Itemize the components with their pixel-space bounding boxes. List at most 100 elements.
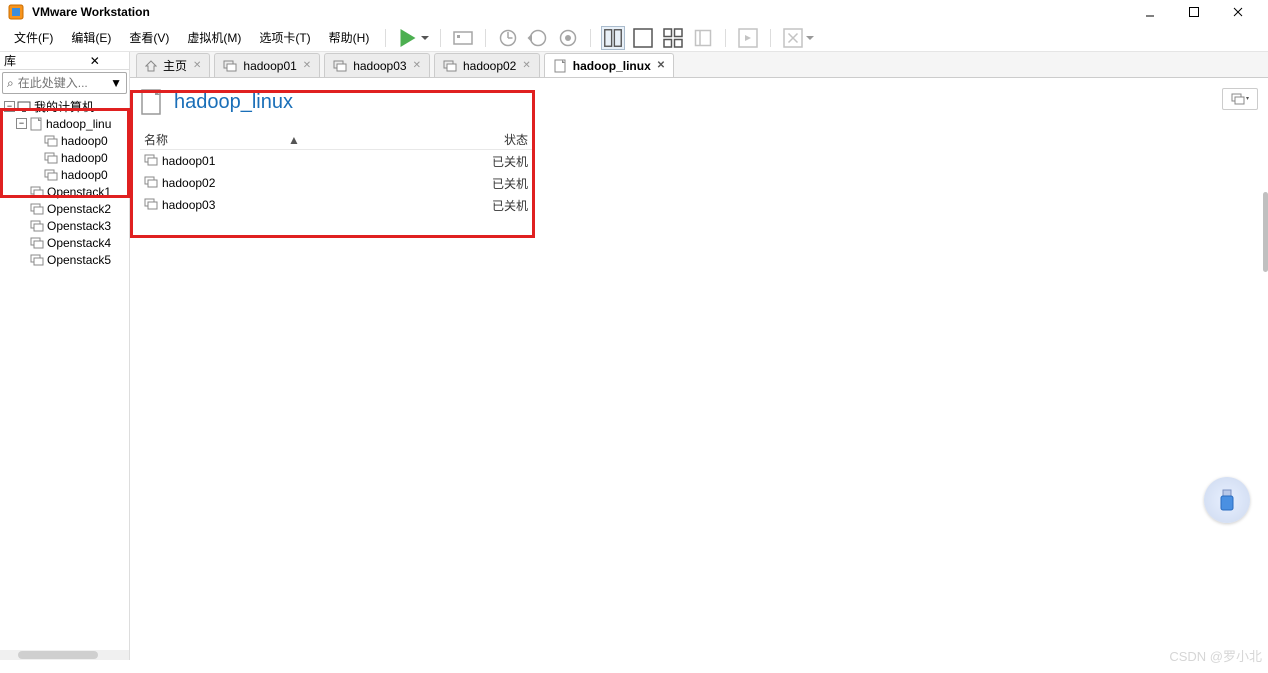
menu-file[interactable]: 文件(F) — [8, 27, 59, 48]
table-row[interactable]: hadoop03 已关机 — [140, 194, 532, 216]
tree-folder[interactable]: − hadoop_linu — [0, 115, 129, 132]
tab-vm[interactable]: hadoop01 ✕ — [214, 53, 320, 77]
folder-title: hadoop_linux — [174, 91, 293, 114]
tree-vm[interactable]: Openstack3 — [0, 217, 129, 234]
tree-vm[interactable]: Openstack4 — [0, 234, 129, 251]
vm-icon — [30, 237, 44, 249]
vm-icon — [144, 154, 158, 169]
app-title: VMware Workstation — [32, 5, 150, 19]
menu-view[interactable]: 查看(V) — [123, 27, 175, 48]
tree-vm[interactable]: Openstack5 — [0, 251, 129, 268]
snapshot-manager-button[interactable] — [556, 26, 580, 50]
vm-icon — [44, 169, 58, 181]
menu-tabs[interactable]: 选项卡(T) — [253, 27, 316, 48]
vm-name: hadoop03 — [162, 198, 215, 212]
maximize-button[interactable] — [1172, 0, 1216, 24]
tab-close-button[interactable]: ✕ — [303, 60, 311, 71]
sidebar-scrollbar[interactable] — [0, 650, 129, 660]
vm-table: 名称 ▲ 状态 hadoop01 已关机 hadoop02 已关机 hadoop0… — [140, 130, 532, 216]
watermark: CSDN @罗小北 — [1169, 646, 1262, 665]
vm-icon — [30, 220, 44, 232]
vm-status: 已关机 — [472, 153, 532, 170]
snapshot-button[interactable] — [496, 26, 520, 50]
table-row[interactable]: hadoop02 已关机 — [140, 172, 532, 194]
app-icon — [8, 4, 24, 20]
close-button[interactable] — [1216, 0, 1260, 24]
vm-icon — [443, 60, 457, 72]
tree-root[interactable]: − 我的计算机 — [0, 98, 129, 115]
tab-label: hadoop02 — [463, 59, 516, 73]
menu-vm[interactable]: 虚拟机(M) — [181, 27, 247, 48]
vm-icon — [44, 135, 58, 147]
folder-large-icon — [140, 88, 164, 116]
library-header: 库 ✕ — [0, 52, 129, 70]
title-bar: VMware Workstation — [0, 0, 1268, 24]
stretch-dropdown[interactable] — [805, 34, 815, 42]
view-mode-button[interactable] — [1222, 88, 1258, 110]
tree-vm[interactable]: Openstack2 — [0, 200, 129, 217]
vm-status: 已关机 — [472, 197, 532, 214]
tab-vm[interactable]: hadoop03 ✕ — [324, 53, 430, 77]
tree-vm[interactable]: hadoop0 — [0, 166, 129, 183]
minimize-button[interactable] — [1128, 0, 1172, 24]
tab-close-button[interactable]: ✕ — [657, 60, 665, 71]
home-icon — [145, 60, 157, 72]
main-area: 主页 ✕ hadoop01 ✕ hadoop03 ✕ hadoop02 ✕ ha… — [130, 52, 1268, 660]
tree-vm[interactable]: Openstack1 — [0, 183, 129, 200]
unity-button[interactable] — [691, 26, 715, 50]
tab-label: hadoop_linux — [573, 59, 651, 73]
library-close-button[interactable]: ✕ — [65, 55, 126, 67]
tab-home[interactable]: 主页 ✕ — [136, 53, 210, 77]
tree-vm[interactable]: hadoop0 — [0, 149, 129, 166]
menu-bar: 文件(F) 编辑(E) 查看(V) 虚拟机(M) 选项卡(T) 帮助(H) — [0, 24, 1268, 52]
fullscreen-button[interactable] — [736, 26, 760, 50]
send-ctrl-alt-del-button[interactable] — [451, 26, 475, 50]
search-input[interactable] — [18, 76, 110, 90]
tab-label: hadoop01 — [243, 59, 296, 73]
vm-icon — [333, 60, 347, 72]
tab-label: 主页 — [163, 57, 187, 74]
vm-icon — [223, 60, 237, 72]
expand-icon[interactable]: − — [16, 118, 27, 129]
usb-device-badge[interactable] — [1204, 477, 1250, 523]
library-sidebar: 库 ✕ ⌕ ▼ − 我的计算机 − hadoop_linu hadoop0 ha… — [0, 52, 130, 660]
menu-edit[interactable]: 编辑(E) — [65, 27, 117, 48]
expand-icon[interactable]: − — [4, 101, 15, 112]
folder-icon — [29, 117, 43, 131]
vm-status: 已关机 — [472, 175, 532, 192]
tab-folder-active[interactable]: hadoop_linux ✕ — [544, 53, 674, 77]
table-row[interactable]: hadoop01 已关机 — [140, 150, 532, 172]
computer-icon — [17, 101, 31, 113]
library-tree: − 我的计算机 − hadoop_linu hadoop0 hadoop0 ha… — [0, 96, 129, 650]
view-split-button[interactable] — [601, 26, 625, 50]
content-area: hadoop_linux 名称 ▲ 状态 hadoop01 已关机 hadoop0… — [130, 78, 1268, 660]
vm-icon — [30, 186, 44, 198]
tab-close-button[interactable]: ✕ — [522, 60, 530, 71]
vm-icon — [44, 152, 58, 164]
tree-vm[interactable]: hadoop0 — [0, 132, 129, 149]
vm-icon — [30, 203, 44, 215]
view-thumbnails-button[interactable] — [661, 26, 685, 50]
stretch-button[interactable] — [781, 26, 805, 50]
vm-icon — [30, 254, 44, 266]
menu-help[interactable]: 帮助(H) — [323, 27, 376, 48]
vm-name: hadoop02 — [162, 176, 215, 190]
vm-icon — [144, 176, 158, 191]
tab-strip: 主页 ✕ hadoop01 ✕ hadoop03 ✕ hadoop02 ✕ ha… — [130, 52, 1268, 78]
table-header[interactable]: 名称 ▲ 状态 — [140, 130, 532, 150]
tab-vm[interactable]: hadoop02 ✕ — [434, 53, 540, 77]
column-name: 名称 — [144, 131, 168, 148]
sort-ascending-icon: ▲ — [288, 133, 300, 147]
scrollbar[interactable] — [1263, 192, 1268, 272]
library-title: 库 — [4, 52, 65, 69]
revert-snapshot-button[interactable] — [526, 26, 550, 50]
tab-close-button[interactable]: ✕ — [413, 60, 421, 71]
power-on-button[interactable] — [396, 26, 420, 50]
column-status: 状态 — [472, 131, 532, 148]
library-search[interactable]: ⌕ ▼ — [2, 72, 127, 94]
tab-close-button[interactable]: ✕ — [193, 60, 201, 71]
power-dropdown[interactable] — [420, 34, 430, 42]
search-icon: ⌕ — [7, 76, 14, 91]
view-single-button[interactable] — [631, 26, 655, 50]
search-dropdown[interactable]: ▼ — [110, 76, 122, 90]
